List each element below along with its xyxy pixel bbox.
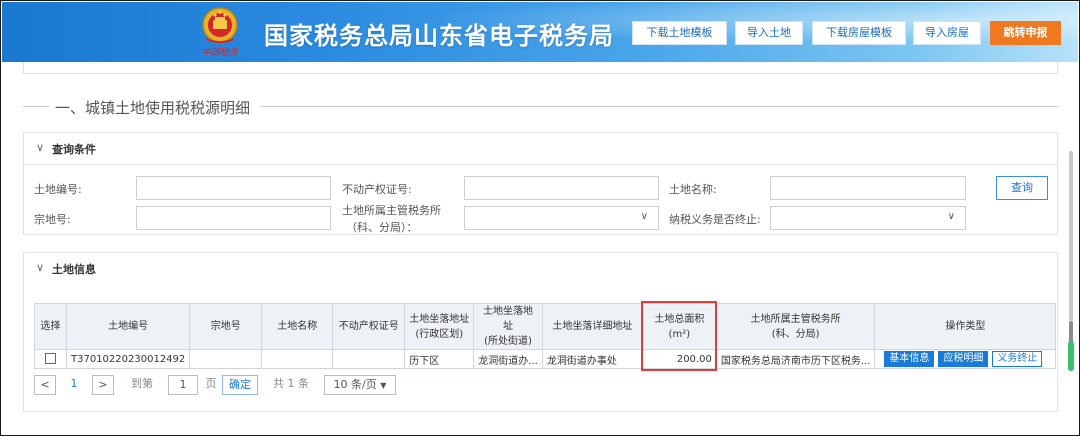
heading-rule-left — [23, 106, 49, 107]
chevron-down-icon: ∨ — [36, 141, 45, 154]
col-land-no: 土地编号 — [65, 303, 191, 350]
terminated-label: 纳税义务是否终止: — [669, 213, 761, 226]
cell-street: 龙洞街道办... — [473, 349, 543, 369]
col-district-line1: 土地坐落地址 — [409, 313, 470, 325]
land-no-input[interactable] — [136, 176, 331, 200]
col-office-line2: (科、分局) — [771, 328, 820, 340]
cell-land-no: T37010220230012492 — [65, 349, 191, 369]
tax-office-select[interactable]: ∨ — [464, 206, 659, 230]
goto-page-input[interactable]: 1 — [168, 375, 198, 395]
current-page-number[interactable]: 1 — [66, 375, 82, 395]
tax-office-label-line1: 土地所属主管税务所 — [342, 204, 441, 217]
total-count: 共 1 条 — [273, 377, 309, 390]
property-cert-label: 不动产权证号: — [342, 183, 412, 196]
col-area-line2: (m²) — [668, 328, 691, 340]
query-panel: ∨ 查询条件 土地编号: 不动产权证号: 土地名称: 查询 宗地号: 土地所属主… — [23, 132, 1058, 235]
cell-cert-no — [332, 349, 406, 369]
chevron-down-icon: ∨ — [36, 261, 45, 274]
col-detail-address: 土地坐落详细地址 — [541, 303, 643, 350]
cell-tax-office: 国家税务总局济南市历下区税务... — [715, 349, 876, 369]
page-size-value: 10 条/页 — [333, 378, 377, 391]
download-land-template-button[interactable]: 下载土地模板 — [632, 21, 727, 45]
site-title: 国家税务总局山东省电子税务局 — [264, 22, 614, 50]
app-window: 中国税务 国家税务总局山东省电子税务局 下载土地模板 导入土地 下载房屋模板 导… — [0, 0, 1080, 436]
table-header-row: 选择 土地编号 宗地号 土地名称 不动产权证号 土地坐落地址 (行政区划) 土地坐… — [34, 303, 1057, 350]
col-tax-office: 土地所属主管税务所 (科、分局) — [715, 303, 876, 350]
row-select-cell — [34, 349, 67, 369]
goto-label: 到第 — [131, 377, 153, 390]
taxable-details-button[interactable]: 应税明细 — [938, 351, 989, 367]
col-area-line1: 土地总面积 — [654, 313, 705, 325]
page-scrollbar[interactable] — [1067, 151, 1075, 421]
col-land-name: 土地名称 — [261, 303, 334, 350]
basic-info-button[interactable]: 基本信息 — [884, 351, 935, 367]
header-banner: 中国税务 国家税务总局山东省电子税务局 下载土地模板 导入土地 下载房屋模板 导… — [2, 2, 1078, 62]
land-table: 选择 土地编号 宗地号 土地名称 不动产权证号 土地坐落地址 (行政区划) 土地坐… — [34, 303, 1057, 369]
cell-parcel-no — [189, 349, 263, 369]
download-house-template-button[interactable]: 下载房屋模板 — [812, 21, 906, 45]
chevron-down-icon: ∨ — [947, 211, 955, 222]
page-unit-label: 页 — [205, 377, 217, 390]
property-cert-input[interactable] — [464, 176, 659, 200]
terminate-obligation-button[interactable]: 义务终止 — [992, 351, 1043, 367]
terminated-select[interactable]: ∨ — [770, 206, 966, 230]
top-panel-edge — [23, 62, 1058, 74]
next-page-button[interactable]: > — [92, 375, 114, 395]
tax-office-label-line2: （科、分局）： — [346, 221, 418, 234]
emblem-caption: 中国税务 — [201, 48, 238, 58]
jump-to-declaration-button[interactable]: 跳转申报 — [990, 21, 1061, 45]
land-name-label: 土地名称: — [669, 183, 717, 196]
col-street-line1: 土地坐落地址 — [483, 306, 534, 332]
scrollbar-indicator — [1068, 341, 1074, 371]
land-info-panel: ∨ 土地信息 选择 土地编号 宗地号 土地名称 不动产权证号 土地坐落地址 (行政… — [23, 252, 1058, 412]
col-office-line1: 土地所属主管税务所 — [750, 313, 841, 325]
land-info-header[interactable]: ∨ 土地信息 — [24, 253, 1057, 285]
table-row: T37010220230012492 历下区 龙洞街道办... 龙洞街道办事处 … — [34, 349, 1057, 369]
col-operations: 操作类型 — [874, 303, 1057, 350]
col-street: 土地坐落地址 (所处街道) — [473, 303, 543, 350]
cell-land-name — [261, 349, 334, 369]
col-cert-no: 不动产权证号 — [332, 303, 406, 350]
import-house-button[interactable]: 导入房屋 — [913, 21, 981, 45]
goto-confirm-button[interactable]: 确定 — [222, 375, 258, 395]
cell-total-area: 200.00 — [641, 349, 717, 369]
section-heading: 一、城镇土地使用税税源明细 — [23, 96, 1058, 117]
parcel-no-label: 宗地号: — [34, 213, 71, 226]
cell-district: 历下区 — [404, 349, 475, 369]
prev-page-button[interactable]: < — [34, 375, 56, 395]
heading-rule-right — [261, 106, 1058, 107]
row-checkbox[interactable] — [45, 353, 56, 365]
chevron-down-icon: ∨ — [640, 211, 648, 222]
page-size-select[interactable]: 10 条/页 ▼ — [324, 375, 396, 395]
query-button[interactable]: 查询 — [996, 176, 1048, 200]
query-panel-title: 查询条件 — [52, 143, 96, 156]
col-select: 选择 — [34, 303, 67, 350]
col-district-line2: (行政区划) — [415, 328, 464, 340]
section-title: 一、城镇土地使用税税源明细 — [55, 99, 251, 117]
scrollbar-track — [1069, 151, 1073, 321]
import-land-button[interactable]: 导入土地 — [735, 21, 803, 45]
chevron-down-icon: ▼ — [380, 381, 387, 390]
query-panel-header[interactable]: ∨ 查询条件 — [24, 133, 1057, 165]
cell-operations: 基本信息 应税明细 义务终止 — [874, 349, 1057, 369]
col-total-area: 土地总面积 (m²) — [641, 303, 717, 350]
col-parcel-no: 宗地号 — [189, 303, 263, 350]
land-no-label: 土地编号: — [34, 183, 82, 196]
land-info-title: 土地信息 — [52, 263, 96, 276]
col-district: 土地坐落地址 (行政区划) — [404, 303, 475, 350]
parcel-no-input[interactable] — [136, 206, 331, 230]
col-street-line2: (所处街道) — [484, 336, 532, 347]
cell-detail-address: 龙洞街道办事处 — [541, 349, 643, 369]
land-name-input[interactable] — [770, 176, 966, 200]
